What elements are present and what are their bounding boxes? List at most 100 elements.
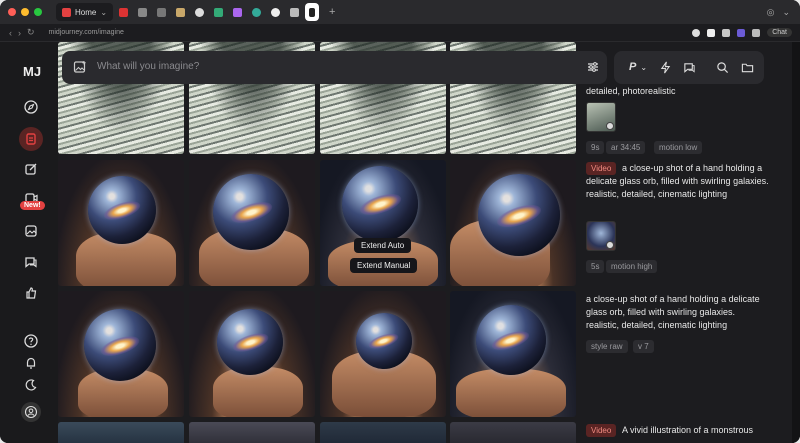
back-icon[interactable]: ‹: [9, 28, 12, 38]
extension-icon[interactable]: [707, 28, 716, 37]
prompt-text[interactable]: A vivid illustration of a monstrous: [586, 424, 770, 437]
chevron-down-icon: ⌄: [100, 7, 108, 17]
notifications-icon[interactable]: [22, 354, 40, 372]
tag[interactable]: 9s: [586, 141, 605, 154]
chat-mode-icon[interactable]: [682, 60, 696, 74]
extensions-bar: Chat: [692, 28, 792, 37]
image-grid: Extend Auto Extend Manual: [58, 42, 576, 443]
settings-sliders-icon[interactable]: [586, 60, 600, 74]
glass-orb-image: [356, 313, 412, 369]
forward-icon[interactable]: ›: [18, 28, 21, 38]
create-icon[interactable]: [19, 127, 43, 151]
tag[interactable]: 5s: [586, 260, 605, 273]
image-tile[interactable]: [450, 291, 576, 417]
tag[interactable]: v 7: [633, 340, 654, 353]
tab-favicon[interactable]: [248, 3, 265, 21]
details-panel: detailed, photorealistic 9s ar 34:45 mot…: [576, 84, 800, 443]
maximize-window-button[interactable]: [34, 8, 42, 16]
prompt-text[interactable]: a close-up shot of a hand holding a deli…: [586, 293, 770, 332]
tab-home[interactable]: Home ⌄: [56, 3, 114, 21]
rate-icon[interactable]: [22, 284, 40, 302]
image-tile[interactable]: [58, 160, 184, 286]
reload-icon[interactable]: ↻: [27, 27, 35, 38]
favicon-icon: [271, 7, 281, 17]
favicon-icon: [252, 7, 262, 17]
tag[interactable]: style raw: [586, 340, 628, 353]
image-tile[interactable]: [58, 422, 184, 443]
browser-window: Home ⌄ + ◎ ⌄ ‹ › ↻ midjourney.com/imagin…: [0, 0, 800, 443]
image-tile-hovered[interactable]: Extend Auto Extend Manual: [320, 160, 446, 286]
tab-favicon[interactable]: [153, 3, 170, 21]
theme-icon[interactable]: [22, 376, 40, 394]
scrollbar[interactable]: [792, 42, 800, 443]
chat-icon[interactable]: [22, 253, 40, 271]
midjourney-favicon-icon: [309, 7, 316, 17]
help-icon[interactable]: [22, 332, 40, 350]
prompt-input[interactable]: What will you imagine?: [97, 61, 199, 72]
prompt-text[interactable]: a close-up shot of a hand holding a deli…: [586, 162, 770, 201]
extend-auto-button[interactable]: Extend Auto: [354, 238, 412, 253]
tab-favicon[interactable]: [210, 3, 227, 21]
chevron-down-icon[interactable]: ⌄: [782, 7, 790, 18]
tab-favicon[interactable]: [229, 3, 246, 21]
speed-icon[interactable]: [658, 60, 672, 74]
tab-favicon[interactable]: [267, 3, 284, 21]
tag[interactable]: motion low: [654, 141, 703, 154]
window-controls: [8, 8, 42, 16]
extension-icon[interactable]: [737, 28, 746, 37]
folder-icon[interactable]: [740, 60, 754, 74]
tag[interactable]: ar 34:45: [606, 141, 646, 154]
organize-icon[interactable]: [22, 222, 40, 240]
image-tile[interactable]: [450, 422, 576, 443]
account-icon[interactable]: [21, 402, 41, 422]
image-tile[interactable]: [189, 291, 315, 417]
explore-icon[interactable]: [22, 98, 40, 116]
tab-strip-controls: ◎ ⌄: [767, 7, 790, 18]
tab-home-label: Home: [75, 7, 97, 17]
search-icon[interactable]: [715, 60, 729, 74]
extension-icon[interactable]: [752, 28, 761, 37]
image-tile[interactable]: [320, 291, 446, 417]
add-image-icon[interactable]: [73, 60, 87, 74]
image-tile[interactable]: [450, 160, 576, 286]
close-window-button[interactable]: [8, 8, 16, 16]
glass-orb-image: [342, 166, 418, 242]
minimize-window-button[interactable]: [21, 8, 29, 16]
personalize-label: P: [628, 61, 637, 73]
new-tab-icon[interactable]: +: [329, 6, 335, 18]
extension-icon[interactable]: [722, 28, 731, 37]
tab-favicon[interactable]: [134, 3, 151, 21]
extension-icon[interactable]: [692, 28, 701, 37]
edit-icon[interactable]: [22, 160, 40, 178]
personalize-button[interactable]: P ⌄: [626, 60, 650, 74]
chevron-down-icon: ⌄: [640, 62, 648, 72]
extend-manual-button[interactable]: Extend Manual: [350, 258, 418, 273]
sidebar: MJ New!: [0, 42, 62, 443]
favicon-icon: [214, 7, 224, 17]
prompt-tools: P ⌄: [614, 51, 764, 84]
image-tile[interactable]: [189, 422, 315, 443]
glass-orb-image: [88, 176, 156, 244]
hand-image: [213, 367, 303, 417]
thumbnail[interactable]: [586, 221, 616, 251]
tab-favicon[interactable]: [172, 3, 189, 21]
tab-favicon[interactable]: [115, 3, 132, 21]
tab-active[interactable]: [305, 3, 320, 21]
image-tile[interactable]: [58, 291, 184, 417]
chat-label: Chat: [772, 29, 787, 36]
tab-favicon[interactable]: [191, 3, 208, 21]
new-badge: New!: [20, 201, 45, 210]
favicon-icon: [176, 7, 186, 17]
thumbnail[interactable]: [586, 102, 616, 132]
url-field[interactable]: midjourney.com/imagine: [49, 29, 124, 36]
image-tile[interactable]: [320, 422, 446, 443]
prompt-bar: What will you imagine?: [62, 51, 607, 84]
tab-favicon[interactable]: [286, 3, 303, 21]
favicon-icon: [138, 7, 148, 17]
tag[interactable]: motion high: [606, 260, 658, 273]
tab-overview-icon[interactable]: ◎: [767, 7, 775, 18]
image-tile[interactable]: [189, 160, 315, 286]
chat-button[interactable]: Chat: [767, 28, 792, 37]
prompt-text[interactable]: detailed, photorealistic: [586, 85, 770, 98]
logo[interactable]: MJ: [23, 64, 41, 79]
